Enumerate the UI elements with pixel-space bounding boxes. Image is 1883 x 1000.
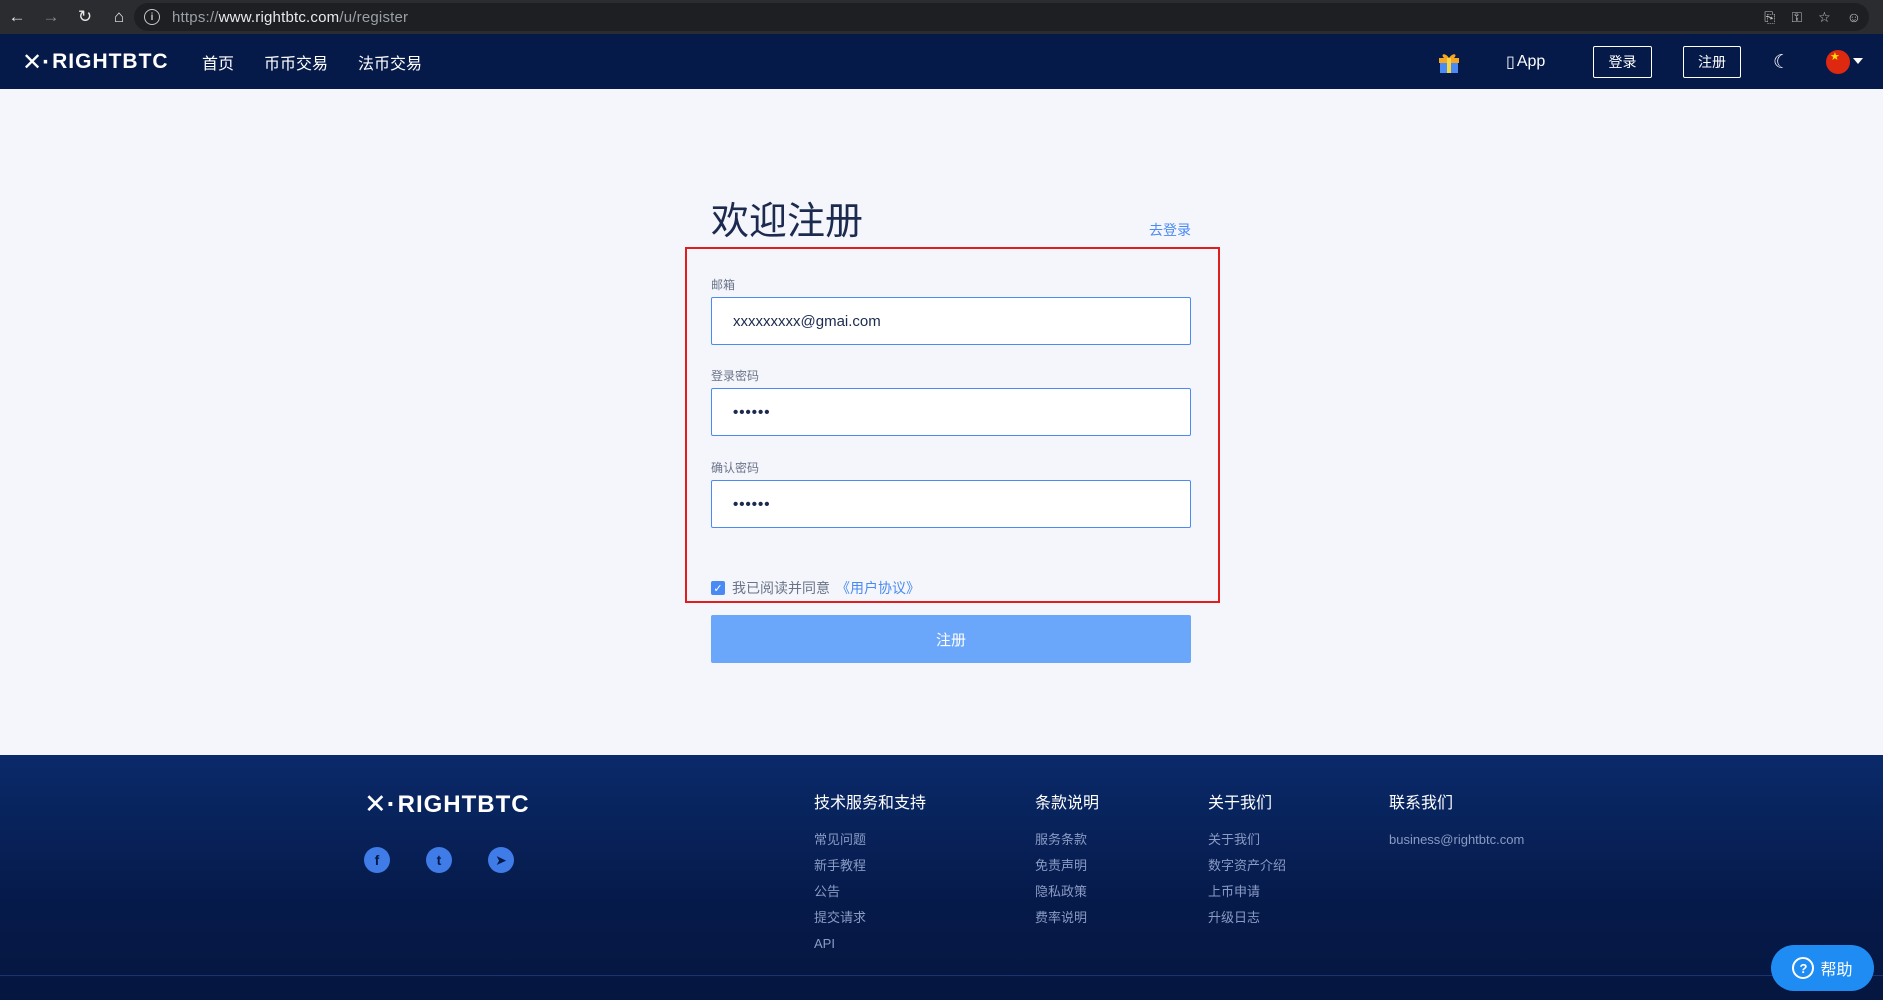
- contact-email-link[interactable]: business@rightbtc.com: [1389, 827, 1524, 853]
- footer-link[interactable]: 公告: [814, 879, 926, 905]
- key-icon[interactable]: ⚿: [1791, 9, 1802, 26]
- main-nav: 首页 币币交易 法币交易: [202, 34, 422, 89]
- nav-home[interactable]: 首页: [202, 50, 234, 74]
- home-icon[interactable]: ⌂: [102, 0, 136, 34]
- url-text[interactable]: https://www.rightbtc.com/u/register: [172, 9, 408, 26]
- forward-icon[interactable]: →: [34, 0, 68, 34]
- facebook-icon[interactable]: f: [364, 847, 390, 873]
- footer-col-terms: 条款说明 服务条款 免责声明 隐私政策 费率说明: [1035, 789, 1099, 931]
- footer-col-contact: 联系我们 business@rightbtc.com: [1389, 789, 1524, 853]
- goto-login-link[interactable]: 去登录: [1149, 220, 1191, 240]
- footer-link[interactable]: 数字资产介绍: [1208, 853, 1286, 879]
- browser-toolbar: ← → ↻ ⌂ i https://www.rightbtc.com/u/reg…: [0, 0, 1883, 34]
- footer-divider: [0, 975, 1883, 976]
- footer-link[interactable]: 升级日志: [1208, 905, 1286, 931]
- footer-link[interactable]: 免责声明: [1035, 853, 1099, 879]
- footer-link[interactable]: 常见问题: [814, 827, 926, 853]
- site-header: ✕· RIGHTBTC 首页 币币交易 法币交易 ▯ App 登录 注册 ☾ ★: [0, 34, 1883, 89]
- footer-col-support: 技术服务和支持 常见问题 新手教程 公告 提交请求 API: [814, 789, 926, 957]
- login-button[interactable]: 登录: [1593, 46, 1652, 78]
- agreement-checkbox[interactable]: ✓: [711, 581, 725, 595]
- user-agreement-link[interactable]: 《用户协议》: [836, 578, 920, 598]
- register-button[interactable]: 注册: [1683, 46, 1741, 78]
- footer-link[interactable]: 上币申请: [1208, 879, 1286, 905]
- footer-link[interactable]: API: [814, 931, 926, 957]
- footer-link[interactable]: 关于我们: [1208, 827, 1286, 853]
- site-footer: ✕· RIGHTBTC f t ➤ 技术服务和支持 常见问题 新手教程 公告 提…: [0, 755, 1883, 1000]
- confirm-password-field[interactable]: ••••••: [711, 480, 1191, 528]
- email-field[interactable]: xxxxxxxxx@gmai.com: [711, 297, 1191, 345]
- twitter-icon[interactable]: t: [426, 847, 452, 873]
- language-dropdown-caret-icon[interactable]: [1853, 58, 1863, 64]
- phone-icon: ▯: [1506, 54, 1515, 71]
- footer-link[interactable]: 服务条款: [1035, 827, 1099, 853]
- password-field[interactable]: ••••••: [711, 388, 1191, 436]
- email-label: 邮箱: [711, 278, 736, 292]
- footer-link[interactable]: 新手教程: [814, 853, 926, 879]
- footer-col-about: 关于我们 关于我们 数字资产介绍 上币申请 升级日志: [1208, 789, 1286, 931]
- dark-mode-moon-icon[interactable]: ☾: [1773, 51, 1790, 74]
- agreement-text: 我已阅读并同意: [732, 580, 830, 596]
- nav-spot-trading[interactable]: 币币交易: [264, 50, 328, 74]
- confirm-password-label: 确认密码: [711, 461, 760, 475]
- footer-logo[interactable]: ✕· RIGHTBTC: [364, 789, 530, 820]
- submit-register-button[interactable]: 注册: [711, 615, 1191, 663]
- password-label: 登录密码: [711, 369, 760, 383]
- help-button[interactable]: ? 帮助: [1771, 945, 1874, 991]
- profile-icon[interactable]: ☺: [1847, 9, 1861, 25]
- address-bar[interactable]: i https://www.rightbtc.com/u/register ⎘ …: [134, 3, 1869, 31]
- nav-fiat-trading[interactable]: 法币交易: [358, 50, 422, 74]
- back-icon[interactable]: ←: [0, 0, 34, 34]
- logo-mark-icon: ✕·: [22, 48, 51, 76]
- footer-link[interactable]: 提交请求: [814, 905, 926, 931]
- china-flag-icon[interactable]: ★: [1826, 50, 1850, 74]
- footer-link[interactable]: 费率说明: [1035, 905, 1099, 931]
- footer-logo-mark-icon: ✕·: [364, 789, 396, 819]
- agreement-row: ✓ 我已阅读并同意 《用户协议》: [711, 578, 920, 598]
- translate-icon[interactable]: ⎘: [1764, 9, 1775, 26]
- reload-icon[interactable]: ↻: [68, 0, 102, 34]
- site-logo[interactable]: ✕· RIGHTBTC: [22, 48, 169, 76]
- telegram-icon[interactable]: ➤: [488, 847, 514, 873]
- app-download-link[interactable]: ▯ App: [1506, 52, 1545, 72]
- bookmark-star-icon[interactable]: ☆: [1818, 9, 1831, 26]
- footer-link[interactable]: 隐私政策: [1035, 879, 1099, 905]
- page-title: 欢迎注册: [711, 201, 864, 243]
- question-icon: ?: [1792, 957, 1815, 979]
- site-info-icon[interactable]: i: [144, 9, 160, 25]
- gift-icon[interactable]: [1437, 51, 1461, 73]
